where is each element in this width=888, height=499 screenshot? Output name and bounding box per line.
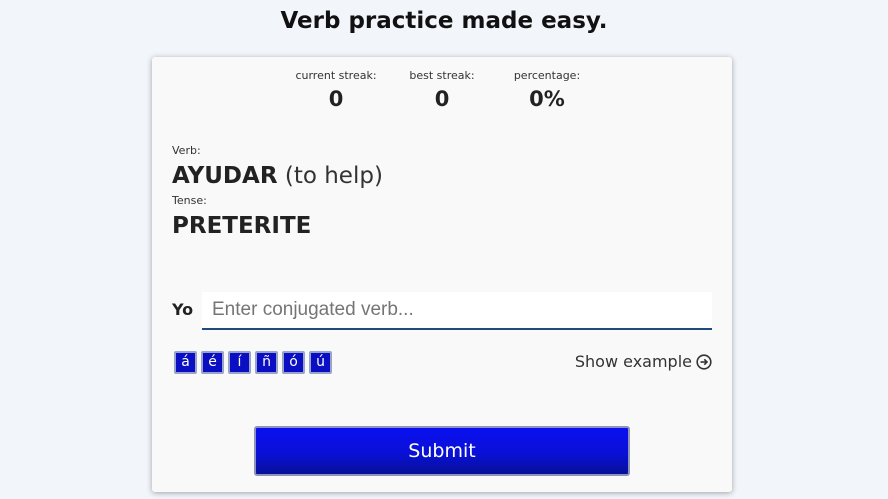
verb-label: Verb: [172,144,201,157]
page-title: Verb practice made easy. [280,8,608,34]
percentage: percentage: 0% [492,69,602,112]
practice-card: current streak: 0 best streak: 0 percent… [152,57,732,492]
verb-line: AYUDAR (to help) [172,161,383,191]
show-example-label: Show example [574,352,692,371]
submit-button[interactable]: Submit [254,426,630,476]
current-streak-value: 0 [328,87,344,111]
current-streak: current streak: 0 [281,69,391,112]
best-streak: best streak: 0 [387,69,497,112]
accent-button-e-acute[interactable]: é [201,351,224,374]
percentage-value: 0% [529,87,565,111]
conjugated-verb-input[interactable] [202,292,712,330]
tense-label: Tense: [172,194,207,207]
accent-buttons: á é í ñ ó ú [174,351,332,374]
accent-button-a-acute[interactable]: á [174,351,197,374]
verb-name: AYUDAR [172,163,278,189]
accent-button-i-acute[interactable]: í [228,351,251,374]
arrow-right-circle-icon [696,353,712,370]
accent-button-n-tilde[interactable]: ñ [255,351,278,374]
tense-value: PRETERITE [172,213,312,239]
verb-translation: (to help) [284,163,383,189]
pronoun-label: Yo [172,300,194,319]
current-streak-label: current streak: [295,69,377,82]
show-example-link[interactable]: Show example [575,352,712,371]
percentage-label: percentage: [513,69,581,82]
accent-button-o-acute[interactable]: ó [282,351,305,374]
accent-button-u-acute[interactable]: ú [309,351,332,374]
best-streak-value: 0 [434,87,450,111]
best-streak-label: best streak: [409,69,475,82]
